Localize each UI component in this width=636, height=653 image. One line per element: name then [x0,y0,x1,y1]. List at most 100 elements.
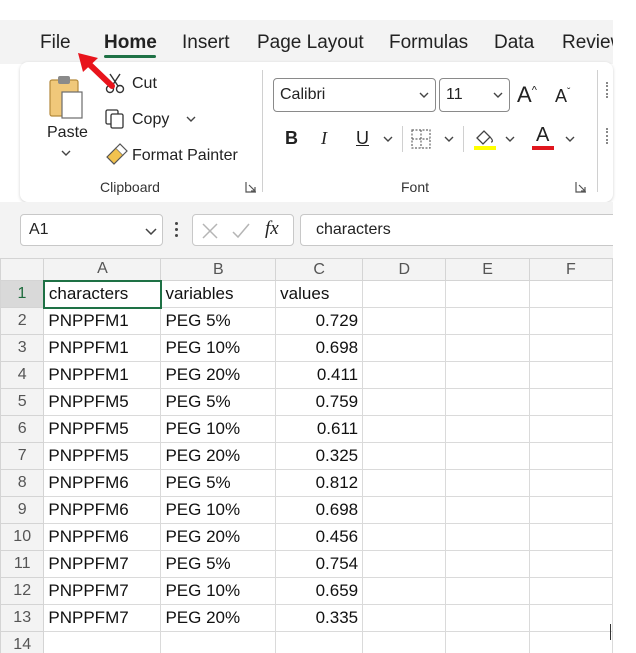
cell-c14[interactable] [275,631,364,653]
cell-f3[interactable] [528,334,613,362]
row-header[interactable]: 3 [0,334,45,362]
copy-icon[interactable] [104,108,126,130]
column-header-d[interactable]: D [362,258,447,281]
row-header[interactable]: 11 [0,550,45,578]
cell-a9[interactable]: PNPPFM6 [43,496,162,524]
font-size-combo[interactable]: 11 [439,78,510,112]
column-header-f[interactable]: F [528,258,613,281]
cell-a4[interactable]: PNPPFM1 [43,361,162,389]
underline-chevron-icon[interactable] [383,135,393,143]
name-box[interactable]: A1 [20,214,163,246]
cell-f9[interactable] [528,496,613,524]
cell-b9[interactable]: PEG 10% [160,496,277,524]
cell-c4[interactable]: 0.411 [275,361,364,389]
cell-a11[interactable]: PNPPFM7 [43,550,162,578]
cell-d11[interactable] [362,550,447,578]
cell-a8[interactable]: PNPPFM6 [43,469,162,497]
row-header[interactable]: 14 [0,631,45,653]
cell-f13[interactable] [528,604,613,632]
underline-button[interactable]: U [356,128,369,149]
cell-f2[interactable] [528,307,613,335]
increase-font-size-button[interactable]: A^ [517,82,537,108]
cell-a1[interactable]: characters [42,279,162,309]
cell-d4[interactable] [362,361,447,389]
cell-f10[interactable] [528,523,613,551]
format-painter-button[interactable]: Format Painter [132,147,238,165]
cell-a3[interactable]: PNPPFM1 [43,334,162,362]
cell-a13[interactable]: PNPPFM7 [43,604,162,632]
cell-a12[interactable]: PNPPFM7 [43,577,162,605]
cell-c5[interactable]: 0.759 [275,388,364,416]
tab-file[interactable]: File [40,32,71,54]
cell-b7[interactable]: PEG 20% [160,442,277,470]
cell-b14[interactable] [160,631,277,653]
cell-e2[interactable] [445,307,530,335]
cell-e5[interactable] [445,388,530,416]
row-header[interactable]: 7 [0,442,45,470]
paste-label[interactable]: Paste [47,124,88,142]
cell-d13[interactable] [362,604,447,632]
cell-b3[interactable]: PEG 10% [160,334,277,362]
cell-d12[interactable] [362,577,447,605]
cell-c3[interactable]: 0.698 [275,334,364,362]
row-header[interactable]: 2 [0,307,45,335]
column-header-a[interactable]: A [43,258,162,282]
cell-d3[interactable] [362,334,447,362]
row-header[interactable]: 1 [0,280,45,308]
cell-f12[interactable] [528,577,613,605]
cell-e1[interactable] [445,280,530,308]
cell-c7[interactable]: 0.325 [275,442,364,470]
cell-f11[interactable] [528,550,613,578]
select-all-corner[interactable] [0,258,45,281]
cell-b13[interactable]: PEG 20% [160,604,277,632]
column-header-c[interactable]: C [275,258,364,281]
cell-f5[interactable] [528,388,613,416]
cut-button[interactable]: Cut [132,75,157,93]
column-header-b[interactable]: B [160,258,277,281]
cell-f6[interactable] [528,415,613,443]
cell-d9[interactable] [362,496,447,524]
cell-a7[interactable]: PNPPFM5 [43,442,162,470]
row-header[interactable]: 10 [0,523,45,551]
fill-color-icon[interactable] [472,125,498,151]
cell-d5[interactable] [362,388,447,416]
cell-d7[interactable] [362,442,447,470]
row-header[interactable]: 12 [0,577,45,605]
overflow-align-icon[interactable] [606,82,610,98]
cell-a14[interactable] [43,631,162,653]
cell-e7[interactable] [445,442,530,470]
cell-c10[interactable]: 0.456 [275,523,364,551]
cell-f1[interactable] [528,280,613,308]
cell-b5[interactable]: PEG 5% [160,388,277,416]
cell-f7[interactable] [528,442,613,470]
borders-chevron-icon[interactable] [444,135,454,143]
insert-function-button[interactable]: fx [265,218,279,240]
cell-e12[interactable] [445,577,530,605]
cell-c2[interactable]: 0.729 [275,307,364,335]
cell-e11[interactable] [445,550,530,578]
row-header[interactable]: 4 [0,361,45,389]
cell-d14[interactable] [362,631,447,653]
cell-b1[interactable]: variables [160,280,277,308]
cell-d1[interactable] [362,280,447,308]
row-header[interactable]: 8 [0,469,45,497]
cell-c9[interactable]: 0.698 [275,496,364,524]
tab-review[interactable]: Review [562,32,613,54]
cell-b6[interactable]: PEG 10% [160,415,277,443]
cancel-icon[interactable] [201,222,219,240]
cell-a5[interactable]: PNPPFM5 [43,388,162,416]
tab-data[interactable]: Data [494,32,534,54]
overflow-align-icon-2[interactable] [606,128,610,144]
borders-icon[interactable] [410,128,434,150]
format-painter-icon[interactable] [104,143,128,165]
cell-c1[interactable]: values [275,280,364,308]
cell-f8[interactable] [528,469,613,497]
cell-e13[interactable] [445,604,530,632]
column-header-e[interactable]: E [445,258,530,281]
tab-page-layout[interactable]: Page Layout [257,32,364,54]
font-color-button[interactable]: A [532,124,556,152]
cell-c12[interactable]: 0.659 [275,577,364,605]
tab-formulas[interactable]: Formulas [389,32,468,54]
tab-insert[interactable]: Insert [182,32,230,54]
cell-f4[interactable] [528,361,613,389]
